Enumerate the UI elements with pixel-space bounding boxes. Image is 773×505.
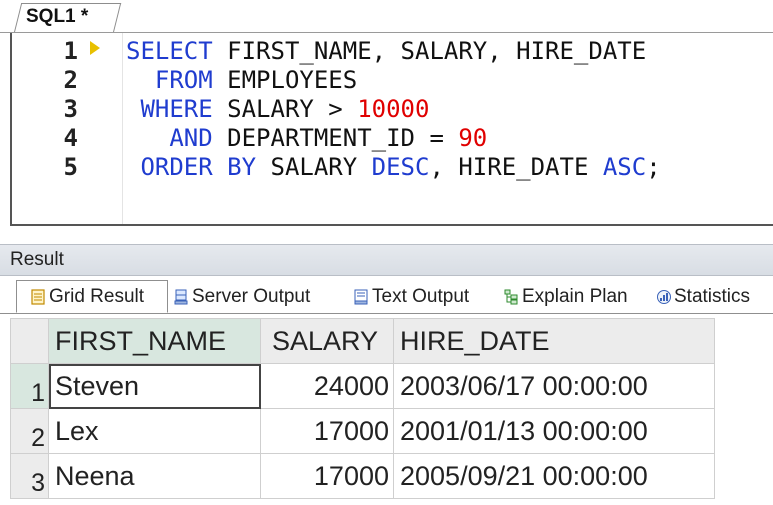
column-header-hire-date[interactable]: HIRE_DATE — [393, 318, 715, 364]
sql-editor[interactable]: 1 2 3 4 5 SELECT FIRST_NAME, SALARY, HIR… — [10, 33, 773, 226]
line-number: 4 — [63, 124, 78, 152]
text-output-icon — [354, 289, 368, 305]
sql-keyword: BY — [227, 153, 257, 181]
statistics-icon — [656, 289, 671, 305]
explain-plan-icon — [504, 289, 518, 305]
tab-grid-result-label: Grid Result — [49, 285, 145, 307]
table-row[interactable]: 2 Lex 17000 2001/01/13 00:00:00 — [10, 408, 715, 454]
tab-text-output[interactable]: Text Output — [354, 280, 469, 313]
sql-text: DEPARTMENT_ID = — [212, 124, 459, 152]
tab-statistics[interactable]: Statistics — [656, 280, 750, 313]
table-row[interactable]: 1 Steven 24000 2003/06/17 00:00:00 — [10, 363, 715, 409]
sql-keyword: WHERE — [126, 95, 213, 123]
row-number[interactable]: 3 — [10, 453, 49, 499]
cell-hire-date[interactable]: 2003/06/17 00:00:00 — [393, 363, 715, 409]
result-grid: FIRST_NAME SALARY HIRE_DATE 1 Steven 240… — [10, 318, 715, 499]
row-number[interactable]: 1 — [10, 363, 49, 409]
sql-keyword: DESC — [371, 153, 430, 181]
column-header-first-name[interactable]: FIRST_NAME — [48, 318, 261, 364]
result-panel-title: Result — [10, 249, 64, 270]
sql-number: 10000 — [357, 95, 430, 123]
tab-explain-plan[interactable]: Explain Plan — [504, 280, 628, 313]
code-line: ORDER BY SALARY DESC, HIRE_DATE ASC; — [126, 153, 661, 181]
row-number[interactable]: 2 — [10, 408, 49, 454]
code-line: FROM EMPLOYEES — [126, 66, 357, 94]
grid-result-icon — [31, 288, 45, 305]
line-number: 1 — [63, 37, 78, 65]
server-output-icon — [174, 289, 188, 305]
sql-text: FIRST_NAME, SALARY, HIRE_DATE — [212, 37, 647, 65]
tab-grid-result[interactable]: Grid Result — [16, 280, 168, 313]
line-number: 3 — [63, 95, 78, 123]
sql-keyword: AND — [126, 124, 213, 152]
cell-hire-date[interactable]: 2005/09/21 00:00:00 — [393, 453, 715, 499]
table-row[interactable]: 3 Neena 17000 2005/09/21 00:00:00 — [10, 453, 715, 499]
tab-sql1-label[interactable]: SQL1 * — [26, 6, 88, 28]
line-number-gutter: 1 2 3 4 5 — [12, 33, 123, 224]
cell-salary[interactable]: 17000 — [260, 453, 394, 499]
code-line: AND DEPARTMENT_ID = 90 — [126, 124, 487, 152]
sql-keyword: ASC — [602, 153, 647, 181]
tab-statistics-label: Statistics — [674, 285, 751, 307]
cell-salary[interactable]: 24000 — [260, 363, 394, 409]
code-line: SELECT FIRST_NAME, SALARY, HIRE_DATE — [126, 37, 646, 65]
tab-server-output[interactable]: Server Output — [174, 280, 310, 313]
sql-text: SALARY > — [212, 95, 358, 123]
column-header-salary[interactable]: SALARY — [260, 318, 394, 364]
cell-first-name[interactable]: Steven — [48, 363, 261, 409]
sql-keyword: SELECT — [126, 37, 213, 65]
cell-hire-date[interactable]: 2001/01/13 00:00:00 — [393, 408, 715, 454]
code-line: WHERE SALARY > 10000 — [126, 95, 429, 123]
cell-salary[interactable]: 17000 — [260, 408, 394, 454]
cell-first-name[interactable]: Neena — [48, 453, 261, 499]
sql-keyword: ORDER — [126, 153, 213, 181]
sql-text: EMPLOYEES — [212, 66, 358, 94]
grid-corner[interactable] — [10, 318, 49, 364]
tab-text-output-label: Text Output — [372, 285, 470, 307]
result-panel-header: Result — [0, 244, 773, 276]
sql-number: 90 — [458, 124, 488, 152]
sql-text: , HIRE_DATE — [429, 153, 603, 181]
sql-text: ; — [646, 153, 661, 181]
tab-server-output-label: Server Output — [192, 285, 311, 307]
editor-tab-strip: SQL1 * — [0, 0, 773, 33]
cell-first-name[interactable]: Lex — [48, 408, 261, 454]
tab-explain-plan-label: Explain Plan — [522, 285, 628, 307]
current-line-marker-icon — [90, 41, 100, 55]
result-tab-strip: Grid Result Server Output Text Output Ex… — [0, 280, 773, 314]
line-number: 2 — [63, 66, 78, 94]
sql-keyword: FROM — [126, 66, 213, 94]
sql-text: SALARY — [256, 153, 372, 181]
grid-header-row: FIRST_NAME SALARY HIRE_DATE — [10, 318, 715, 364]
line-number: 5 — [63, 153, 78, 181]
